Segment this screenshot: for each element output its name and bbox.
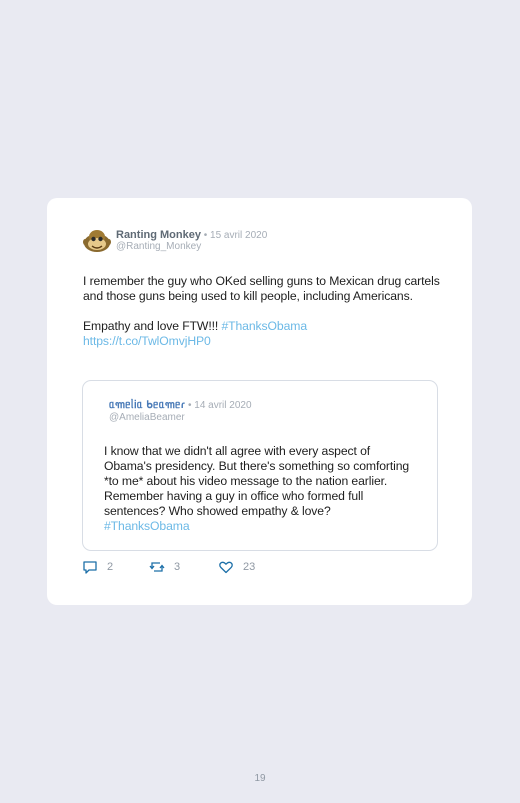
retweet-button[interactable]: 3 <box>149 559 180 575</box>
author-name[interactable]: Ranting Monkey <box>116 229 201 241</box>
quoted-tweet-body: I know that we didn't all agree with eve… <box>104 444 414 534</box>
avatar[interactable] <box>83 228 111 254</box>
tweet-body: I remember the guy who OKed selling guns… <box>83 274 453 349</box>
quoted-tweet[interactable]: ᥲ꧑ᥱᥣᎥᥲ ᑲᥱᥲ꧑ᥱɾ • 14 avril 2020 @AmeliaBea… <box>82 380 438 551</box>
separator-dot: • <box>185 400 195 411</box>
quoted-author-line: ᥲ꧑ᥱᥣᎥᥲ ᑲᥱᥲ꧑ᥱɾ • 14 avril 2020 <box>109 399 252 412</box>
separator-dot: • <box>200 230 211 241</box>
reply-count: 2 <box>107 561 114 573</box>
heart-icon <box>219 561 233 574</box>
quoted-tweet-date[interactable]: 14 avril 2020 <box>194 400 251 411</box>
tweet-paragraph-2-text: Empathy and love FTW!!! <box>83 319 222 333</box>
retweet-count: 3 <box>174 561 181 573</box>
author-handle[interactable]: @Ranting_Monkey <box>116 241 201 253</box>
reply-icon <box>83 561 97 574</box>
like-count: 23 <box>243 561 256 573</box>
tweet-card: Ranting Monkey • 15 avril 2020 @Ranting_… <box>47 198 472 605</box>
quoted-author-handle[interactable]: @AmeliaBeamer <box>109 412 185 423</box>
like-button[interactable]: 23 <box>218 559 255 575</box>
page-number: 19 <box>254 773 266 784</box>
tweet-url-link[interactable]: https://t.co/TwlOmvjHP0 <box>83 334 453 349</box>
monkey-avatar-icon <box>83 230 111 252</box>
reply-button[interactable]: 2 <box>82 559 113 575</box>
quoted-hashtag-link[interactable]: #ThanksObama <box>104 519 190 533</box>
tweet-paragraph-1: I remember the guy who OKed selling guns… <box>83 274 440 303</box>
hashtag-link[interactable]: #ThanksObama <box>221 319 307 333</box>
quoted-tweet-text: I know that we didn't all agree with eve… <box>104 444 410 518</box>
quoted-author-name[interactable]: ᥲ꧑ᥱᥣᎥᥲ ᑲᥱᥲ꧑ᥱɾ <box>109 399 185 411</box>
tweet-paragraph-2: Empathy and love FTW!!! #ThanksObama <box>83 319 453 334</box>
tweet-date[interactable]: 15 avril 2020 <box>210 230 267 241</box>
retweet-icon <box>149 562 165 572</box>
